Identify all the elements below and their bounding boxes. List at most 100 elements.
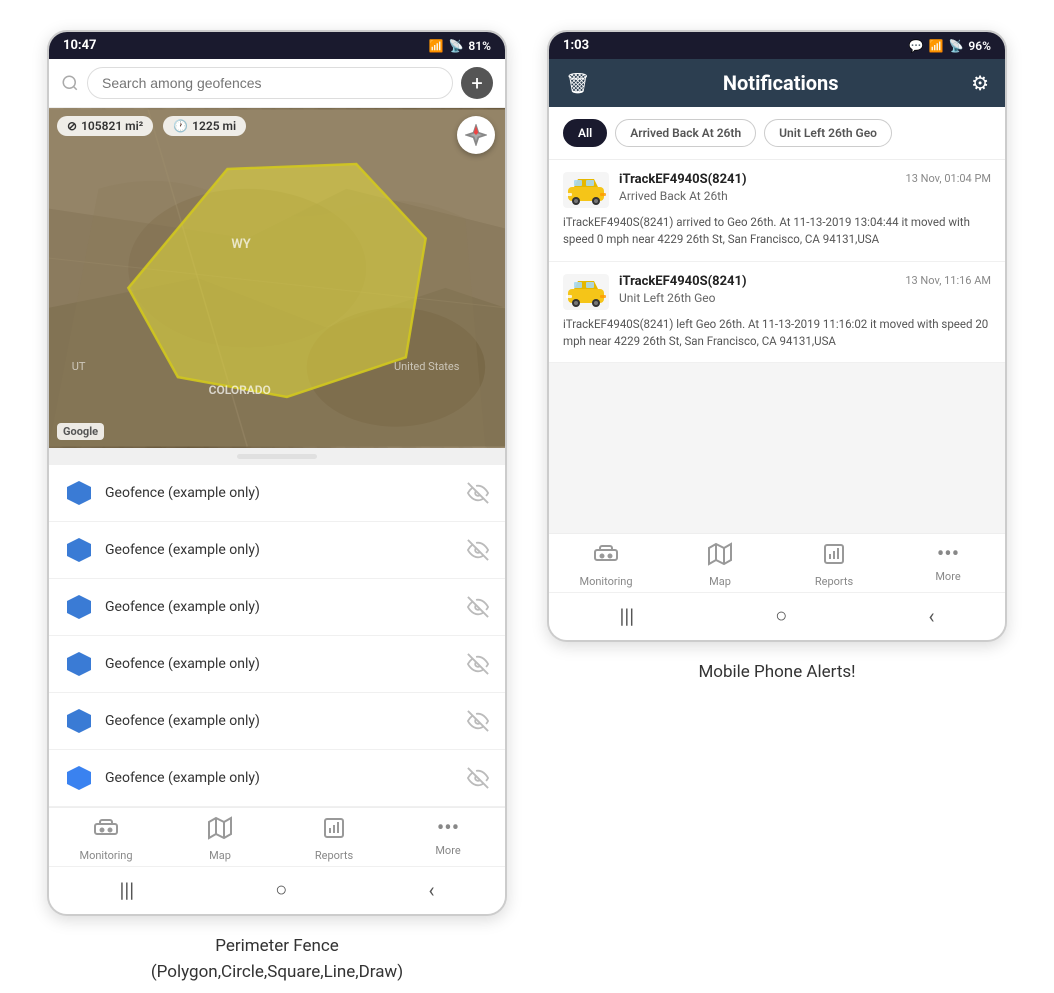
geofence-item[interactable]: Geofence (example only) xyxy=(49,750,505,807)
right-caption: Mobile Phone Alerts! xyxy=(698,660,855,686)
search-icon xyxy=(61,74,79,92)
geofence-name: Geofence (example only) xyxy=(105,656,455,672)
bottom-nav: Monitoring Map Reports ••• More xyxy=(49,807,505,866)
car-avatar xyxy=(563,274,609,310)
notification-list: iTrackEF4940S(8241) 13 Nov, 01:04 PM Arr… xyxy=(549,160,1005,533)
right-time: 1:03 xyxy=(563,38,589,53)
map-stat-distance: 🕐 1225 mi xyxy=(163,116,246,136)
left-phone: 10:47 📶 📡 81% + xyxy=(47,30,507,916)
recents-button[interactable]: ||| xyxy=(620,604,635,628)
left-caption: Perimeter Fence (Polygon,Circle,Square,L… xyxy=(151,934,403,985)
back-button[interactable]: ‹ xyxy=(428,878,434,902)
nav-map[interactable]: Map xyxy=(190,816,250,862)
visibility-off-icon xyxy=(467,539,489,561)
notif-title-row: iTrackEF4940S(8241) 13 Nov, 01:04 PM xyxy=(619,172,991,187)
right-phone: 1:03 💬 📶 📡 96% 🗑 Notifications ⚙ All Arr… xyxy=(547,30,1007,642)
geofence-icon xyxy=(65,593,93,621)
geofence-item[interactable]: Geofence (example only) xyxy=(49,465,505,522)
page-title: Notifications xyxy=(590,71,971,95)
visibility-off-icon xyxy=(467,710,489,732)
notif-item-header: iTrackEF4940S(8241) 13 Nov, 11:16 AM Uni… xyxy=(563,274,991,310)
geofence-name: Geofence (example only) xyxy=(105,713,455,729)
notif-event-type: Arrived Back At 26th xyxy=(619,189,991,203)
visibility-off-icon xyxy=(467,596,489,618)
nav-reports[interactable]: Reports xyxy=(304,816,364,862)
notif-title-row: iTrackEF4940S(8241) 13 Nov, 11:16 AM xyxy=(619,274,991,289)
settings-button[interactable]: ⚙ xyxy=(971,71,989,95)
right-status-icons: 💬 📶 📡 96% xyxy=(909,39,991,53)
filter-row: All Arrived Back At 26th Unit Left 26th … xyxy=(549,107,1005,160)
geofence-name: Geofence (example only) xyxy=(105,770,455,786)
nav-reports-label: Reports xyxy=(815,575,853,588)
signal-icon: 📡 xyxy=(448,39,463,53)
right-phone-container: 1:03 💬 📶 📡 96% 🗑 Notifications ⚙ All Arr… xyxy=(547,30,1007,686)
geofence-icon xyxy=(65,650,93,678)
geofence-icon xyxy=(65,707,93,735)
geofence-item[interactable]: Geofence (example only) xyxy=(49,693,505,750)
geofence-name: Geofence (example only) xyxy=(105,542,455,558)
nav-monitoring[interactable]: Monitoring xyxy=(576,542,636,588)
notification-header: 🗑 Notifications ⚙ xyxy=(549,59,1005,107)
geofence-name: Geofence (example only) xyxy=(105,485,455,501)
notif-content: iTrackEF4940S(8241) 13 Nov, 01:04 PM Arr… xyxy=(619,172,991,203)
map-label-wy: WY xyxy=(231,237,250,252)
geofence-item[interactable]: Geofence (example only) xyxy=(49,636,505,693)
right-system-nav: ||| ○ ‹ xyxy=(549,592,1005,640)
map-label-co: COLORADO xyxy=(209,383,271,397)
nav-reports-label: Reports xyxy=(315,849,353,862)
right-status-bar: 1:03 💬 📶 📡 96% xyxy=(549,32,1005,59)
wifi-icon: 📶 xyxy=(429,39,444,53)
more-icon: ••• xyxy=(437,816,459,841)
notif-timestamp: 13 Nov, 11:16 AM xyxy=(905,274,991,287)
filter-arrived[interactable]: Arrived Back At 26th xyxy=(615,119,756,147)
geofence-icon xyxy=(65,764,93,792)
geofence-item[interactable]: Geofence (example only) xyxy=(49,522,505,579)
nav-monitoring[interactable]: Monitoring xyxy=(76,816,136,862)
notif-timestamp: 13 Nov, 01:04 PM xyxy=(906,172,991,185)
notification-item[interactable]: iTrackEF4940S(8241) 13 Nov, 11:16 AM Uni… xyxy=(549,262,1005,364)
nav-map-label: Map xyxy=(209,849,231,862)
map-label-us: United States xyxy=(394,360,459,373)
back-button[interactable]: ‹ xyxy=(928,604,934,628)
geofence-svg xyxy=(49,108,505,448)
filter-all[interactable]: All xyxy=(563,119,607,147)
battery-text: 96% xyxy=(968,39,991,53)
car-avatar xyxy=(563,172,609,208)
compass-button[interactable] xyxy=(457,116,495,154)
right-bottom-nav: Monitoring Map Reports ••• More xyxy=(549,533,1005,592)
signal-icon: 📡 xyxy=(948,39,963,53)
nav-monitoring-label: Monitoring xyxy=(79,849,132,862)
nav-more[interactable]: ••• More xyxy=(418,816,478,862)
map-area[interactable]: WY United States COLORADO UT ⊘ 105821 mi… xyxy=(49,108,505,448)
delete-button[interactable]: 🗑 xyxy=(565,71,590,95)
clock-icon: 🕐 xyxy=(173,119,188,133)
reports-icon xyxy=(322,816,346,846)
notif-body: iTrackEF4940S(8241) left Geo 26th. At 11… xyxy=(563,316,991,351)
car-icon xyxy=(564,275,608,309)
notification-item[interactable]: iTrackEF4940S(8241) 13 Nov, 01:04 PM Arr… xyxy=(549,160,1005,262)
nav-map[interactable]: Map xyxy=(690,542,750,588)
car-icon xyxy=(564,173,608,207)
monitoring-icon xyxy=(594,542,618,572)
add-geofence-button[interactable]: + xyxy=(461,67,493,99)
map-stats: ⊘ 105821 mi² 🕐 1225 mi xyxy=(57,116,246,136)
search-input[interactable] xyxy=(87,67,453,99)
home-button[interactable]: ○ xyxy=(775,603,787,628)
notif-empty-area xyxy=(549,363,1005,533)
nav-reports[interactable]: Reports xyxy=(804,542,864,588)
geofence-item[interactable]: Geofence (example only) xyxy=(49,579,505,636)
system-nav: ||| ○ ‹ xyxy=(49,866,505,914)
left-phone-container: 10:47 📶 📡 81% + xyxy=(47,30,507,985)
nav-more[interactable]: ••• More xyxy=(918,542,978,588)
visibility-off-icon xyxy=(467,482,489,504)
geofence-icon xyxy=(65,536,93,564)
compass-icon xyxy=(465,124,487,146)
area-icon: ⊘ xyxy=(67,119,77,133)
home-button[interactable]: ○ xyxy=(275,877,287,902)
recents-button[interactable]: ||| xyxy=(120,878,135,902)
notif-body: iTrackEF4940S(8241) arrived to Geo 26th.… xyxy=(563,214,991,249)
notif-event-type: Unit Left 26th Geo xyxy=(619,291,991,305)
filter-unit-left[interactable]: Unit Left 26th Geo xyxy=(764,119,892,147)
visibility-off-icon xyxy=(467,653,489,675)
map-stat-area: ⊘ 105821 mi² xyxy=(57,116,153,136)
